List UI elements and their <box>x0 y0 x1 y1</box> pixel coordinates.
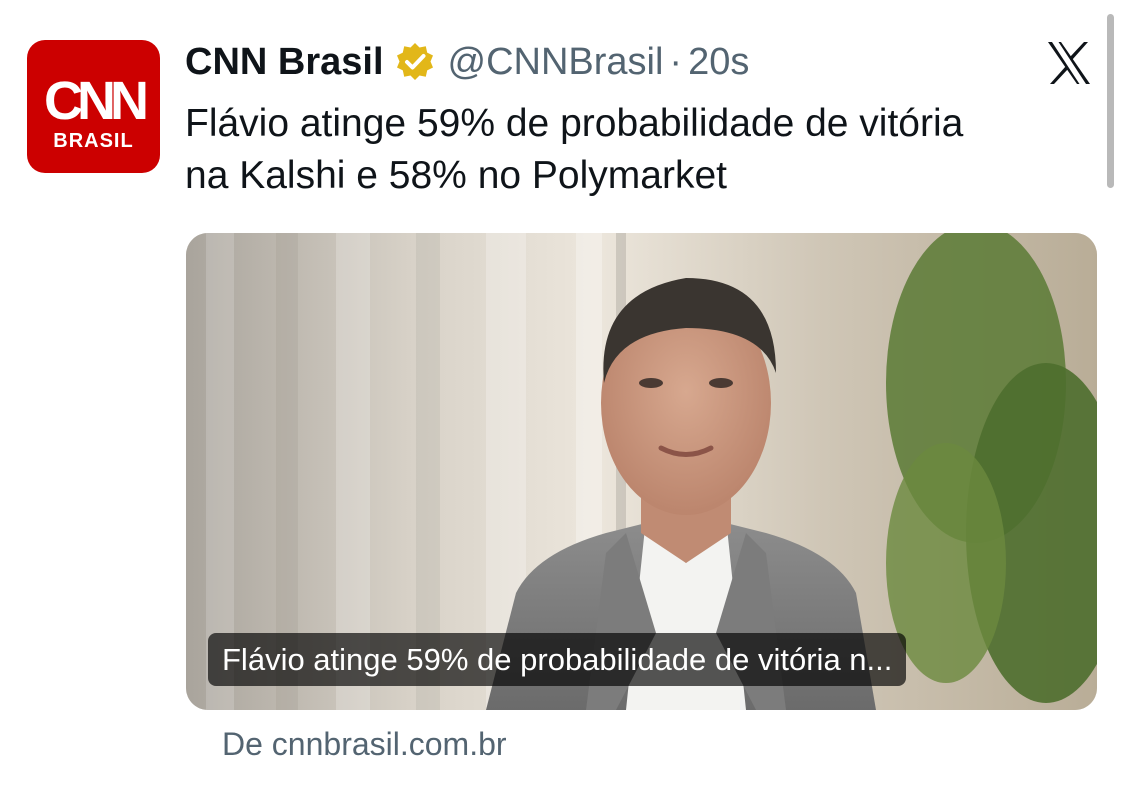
avatar[interactable]: CNN BRASIL <box>27 40 160 173</box>
tweet-header: CNN Brasil @CNNBrasil · 20s <box>185 36 749 88</box>
tweet-embed: CNN BRASIL CNN Brasil @CNNBrasil · 20s F… <box>0 0 1125 789</box>
tweet-text: Flávio atinge 59% de probabilidade de vi… <box>185 98 1095 202</box>
verified-badge-icon <box>394 41 436 83</box>
link-source[interactable]: De cnnbrasil.com.br <box>222 726 507 763</box>
avatar-logo-subtitle: BRASIL <box>53 130 134 152</box>
timestamp[interactable]: 20s <box>688 41 749 84</box>
x-logo-icon[interactable] <box>1044 38 1094 88</box>
user-handle[interactable]: @CNNBrasil <box>448 41 664 84</box>
tweet-text-line: Flávio atinge 59% de probabilidade de vi… <box>185 102 964 145</box>
display-name[interactable]: CNN Brasil <box>185 41 384 84</box>
separator-dot: · <box>669 40 683 83</box>
tweet-text-line: na Kalshi e 58% no Polymarket <box>185 154 727 197</box>
avatar-logo-text: CNN <box>44 71 149 131</box>
scrollbar[interactable] <box>1107 14 1114 188</box>
media-card-image[interactable]: Flávio atinge 59% de probabilidade de vi… <box>186 233 1097 710</box>
media-caption: Flávio atinge 59% de probabilidade de vi… <box>208 633 907 686</box>
